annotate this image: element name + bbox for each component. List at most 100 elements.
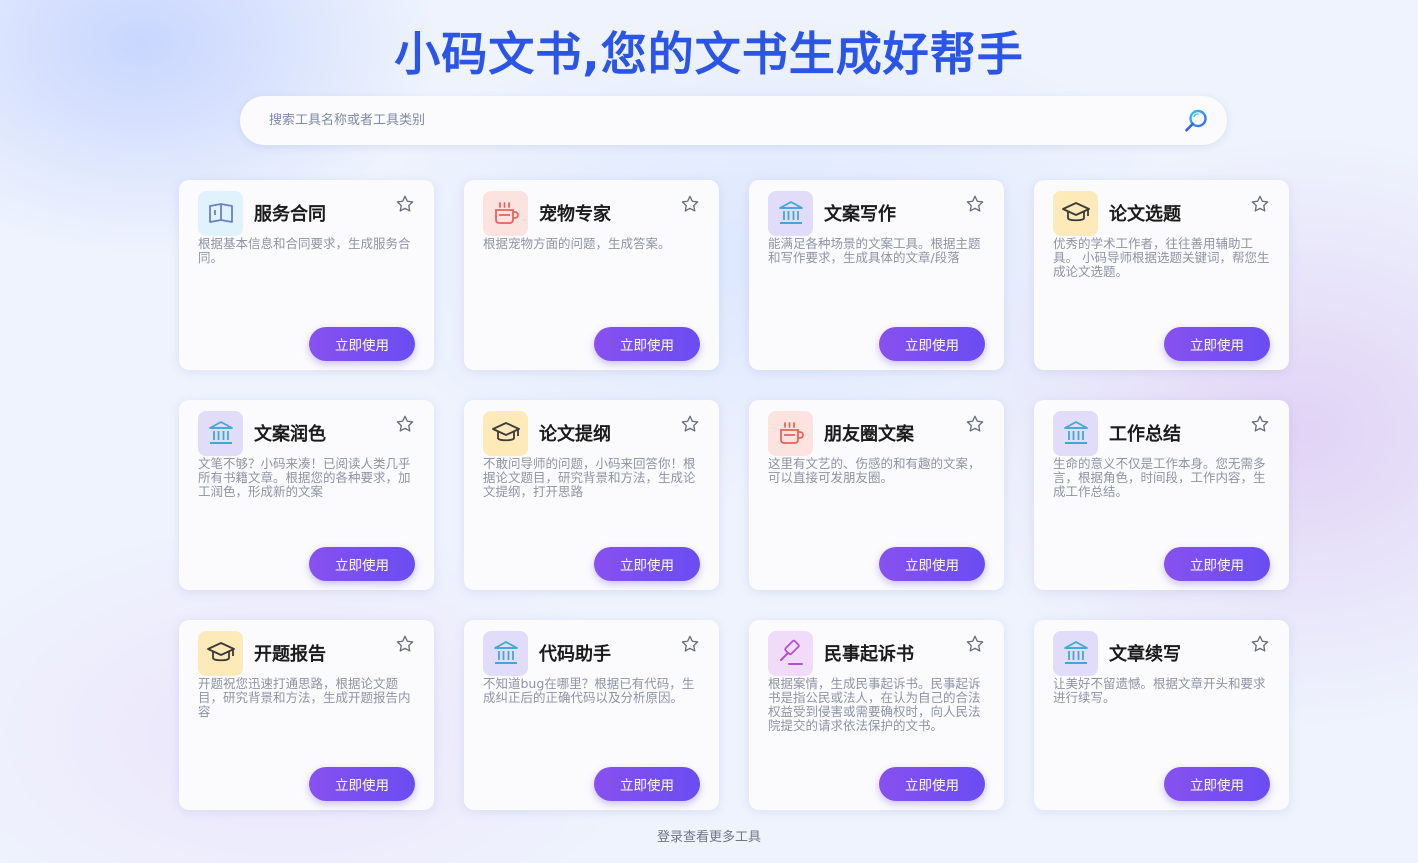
card-icon-box [198, 190, 243, 236]
bank-icon [1063, 421, 1088, 444]
card-header: 论文提纲 [483, 410, 700, 456]
use-now-button[interactable]: 立即使用 [1164, 327, 1270, 361]
card-title: 朋友圈文案 [824, 424, 914, 445]
page-title: 小码文书,您的文书生成好帮手 [394, 27, 1024, 81]
card-icon-box [1053, 630, 1098, 676]
card-header: 文案润色 [198, 410, 415, 456]
card-icon-box [483, 190, 528, 236]
use-now-button[interactable]: 立即使用 [879, 327, 985, 361]
tool-card-8[interactable]: 工作总结 生命的意义不仅是工作本身。您无需多言，根据角色，时间段，工作内容，生成… [1034, 400, 1289, 590]
card-icon-box [768, 630, 813, 676]
tool-card-2[interactable]: 宠物专家 根据宠物方面的问题，生成答案。 立即使用 [464, 180, 719, 370]
graduation-cap-icon [1061, 202, 1090, 222]
card-header: 服务合同 [198, 190, 415, 236]
card-title: 开题报告 [254, 644, 326, 665]
star-icon[interactable] [1250, 634, 1270, 654]
card-description: 能满足各种场景的文案工具。根据主题和写作要求，生成具体的文章/段落 [768, 237, 981, 265]
card-title: 民事起诉书 [824, 644, 914, 665]
star-icon[interactable] [395, 414, 415, 434]
bank-icon [208, 421, 233, 444]
card-header: 宠物专家 [483, 190, 700, 236]
star-icon[interactable] [680, 414, 700, 434]
card-header: 文案写作 [768, 190, 985, 236]
card-description: 这里有文艺的、伤感的和有趣的文案，可以直接可发朋友圈。 [768, 457, 981, 485]
tool-card-4[interactable]: 论文选题 优秀的学术工作者，往往善用辅助工具。 小码导师根据选题关键词，帮您生成… [1034, 180, 1289, 370]
star-icon[interactable] [1250, 414, 1270, 434]
tool-card-12[interactable]: 文章续写 让美好不留遗憾。根据文章开头和要求进行续写。 立即使用 [1034, 620, 1289, 810]
graduation-cap-icon [206, 642, 235, 662]
tool-card-6[interactable]: 论文提纲 不敢问导师的问题，小码来回答你！根据论文题目，研究背景和方法，生成论文… [464, 400, 719, 590]
card-icon-box [1053, 190, 1098, 236]
star-icon[interactable] [965, 194, 985, 214]
search-icon[interactable] [1183, 108, 1209, 134]
bank-icon [493, 641, 518, 664]
bank-icon [778, 201, 803, 224]
use-now-button[interactable]: 立即使用 [594, 767, 700, 801]
use-now-button[interactable]: 立即使用 [1164, 547, 1270, 581]
use-now-button[interactable]: 立即使用 [879, 767, 985, 801]
card-description: 不知道bug在哪里？根据已有代码，生成纠正后的正确代码以及分析原因。 [483, 677, 695, 705]
card-description: 根据基本信息和合同要求，生成服务合同。 [198, 237, 411, 265]
card-description: 开题祝您迅速打通思路，根据论文题目，研究背景和方法，生成开题报告内容 [198, 677, 411, 719]
use-now-button[interactable]: 立即使用 [594, 327, 700, 361]
coffee-cup-icon [779, 422, 804, 444]
card-header: 论文选题 [1053, 190, 1270, 236]
card-header: 民事起诉书 [768, 630, 985, 676]
use-now-button[interactable]: 立即使用 [879, 547, 985, 581]
card-title: 服务合同 [254, 204, 326, 225]
card-description: 不敢问导师的问题，小码来回答你！根据论文题目，研究背景和方法，生成论文提纲，打开… [483, 457, 696, 499]
card-icon-box [483, 630, 528, 676]
card-icon-box [483, 410, 528, 456]
tool-card-7[interactable]: 朋友圈文案 这里有文艺的、伤感的和有趣的文案，可以直接可发朋友圈。 立即使用 [749, 400, 1004, 590]
tool-card-5[interactable]: 文案润色 文笔不够？小码来凑！已阅读人类几乎所有书籍文章。根据您的各种要求，加工… [179, 400, 434, 590]
search-bar [240, 96, 1227, 145]
star-icon[interactable] [395, 194, 415, 214]
tool-card-9[interactable]: 开题报告 开题祝您迅速打通思路，根据论文题目，研究背景和方法，生成开题报告内容 … [179, 620, 434, 810]
tool-card-11[interactable]: 民事起诉书 根据案情，生成民事起诉书。民事起诉书是指公民或法人，在认为自己的合法… [749, 620, 1004, 810]
card-title: 论文提纲 [539, 424, 611, 445]
login-more-link[interactable]: 登录查看更多工具 [0, 826, 1418, 845]
card-header: 开题报告 [198, 630, 415, 676]
card-icon-box [1053, 410, 1098, 456]
card-description: 根据案情，生成民事起诉书。民事起诉书是指公民或法人，在认为自己的合法权益受到侵害… [768, 677, 981, 733]
tool-grid: 服务合同 根据基本信息和合同要求，生成服务合同。 立即使用 宠物专家 根据宠物方… [179, 180, 1289, 810]
star-icon[interactable] [1250, 194, 1270, 214]
tool-card-1[interactable]: 服务合同 根据基本信息和合同要求，生成服务合同。 立即使用 [179, 180, 434, 370]
card-header: 代码助手 [483, 630, 700, 676]
card-title: 文章续写 [1109, 644, 1181, 665]
star-icon[interactable] [965, 414, 985, 434]
card-description: 优秀的学术工作者，往往善用辅助工具。 小码导师根据选题关键词，帮您生成论文选题。 [1053, 237, 1270, 279]
gavel-icon [779, 639, 803, 665]
card-title: 文案写作 [824, 204, 896, 225]
use-now-button[interactable]: 立即使用 [594, 547, 700, 581]
card-icon-box [768, 190, 813, 236]
card-header: 工作总结 [1053, 410, 1270, 456]
card-header: 文章续写 [1053, 630, 1270, 676]
card-title: 宠物专家 [539, 204, 611, 225]
use-now-button[interactable]: 立即使用 [309, 547, 415, 581]
card-icon-box [768, 410, 813, 456]
use-now-button[interactable]: 立即使用 [1164, 767, 1270, 801]
card-title: 论文选题 [1109, 204, 1181, 225]
bank-icon [1063, 641, 1088, 664]
graduation-cap-icon [491, 422, 520, 442]
card-description: 文笔不够？小码来凑！已阅读人类几乎所有书籍文章。根据您的各种要求，加工润色，形成… [198, 457, 411, 499]
coffee-cup-icon [494, 202, 519, 224]
star-icon[interactable] [680, 194, 700, 214]
card-description: 让美好不留遗憾。根据文章开头和要求进行续写。 [1053, 677, 1266, 705]
tool-card-10[interactable]: 代码助手 不知道bug在哪里？根据已有代码，生成纠正后的正确代码以及分析原因。 … [464, 620, 719, 810]
use-now-button[interactable]: 立即使用 [309, 767, 415, 801]
card-title: 工作总结 [1109, 424, 1181, 445]
card-description: 根据宠物方面的问题，生成答案。 [483, 237, 671, 251]
search-input[interactable] [269, 113, 1183, 128]
card-header: 朋友圈文案 [768, 410, 985, 456]
star-icon[interactable] [965, 634, 985, 654]
use-now-button[interactable]: 立即使用 [309, 327, 415, 361]
card-title: 代码助手 [539, 644, 611, 665]
star-icon[interactable] [395, 634, 415, 654]
card-icon-box [198, 630, 243, 676]
card-title: 文案润色 [254, 424, 326, 445]
book-icon [208, 203, 233, 223]
tool-card-3[interactable]: 文案写作 能满足各种场景的文案工具。根据主题和写作要求，生成具体的文章/段落 立… [749, 180, 1004, 370]
star-icon[interactable] [680, 634, 700, 654]
